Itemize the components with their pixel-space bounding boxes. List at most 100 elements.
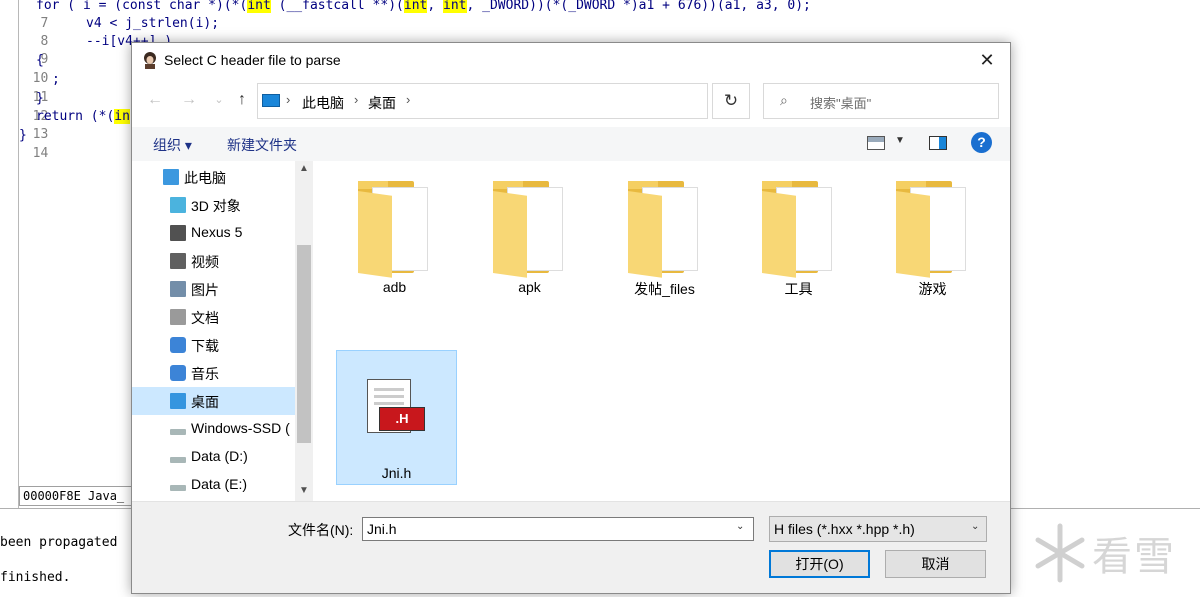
recent-locations-button[interactable]: ⌄ bbox=[208, 89, 230, 111]
header-file-icon: .H bbox=[367, 379, 425, 435]
forward-button[interactable]: → bbox=[178, 89, 200, 111]
sidebar-item[interactable]: 视频 bbox=[132, 247, 295, 275]
nav-scrollbar[interactable]: ▲ ▼ bbox=[295, 161, 313, 501]
filename-field[interactable]: Jni.h bbox=[362, 517, 754, 541]
code-line: 13 return (*(in bbox=[0, 108, 130, 142]
file-name: Jni.h bbox=[381, 465, 412, 481]
code-text: return (*(in bbox=[36, 108, 130, 126]
sidebar-item[interactable]: 桌面 bbox=[132, 387, 295, 415]
sidebar-item[interactable]: Windows-SSD ( bbox=[132, 415, 295, 443]
breadcrumb-item[interactable]: 此电脑 bbox=[302, 93, 344, 113]
drive-icon bbox=[170, 457, 186, 463]
sidebar-item[interactable]: 3D 对象 bbox=[132, 191, 295, 219]
sidebar-item[interactable]: 文档 bbox=[132, 303, 295, 331]
close-icon: ✕ bbox=[979, 49, 995, 70]
up-folder-button[interactable]: ↑ bbox=[231, 89, 253, 111]
close-button[interactable]: ✕ bbox=[964, 43, 1010, 77]
title-bar[interactable]: Select C header file to parse ✕ bbox=[132, 43, 1010, 77]
download-icon bbox=[170, 337, 186, 353]
search-input[interactable]: ⌕ 搜索"桌面" bbox=[763, 83, 999, 119]
file-name: 发帖_files bbox=[634, 281, 695, 297]
address-status-strip: 00000F8E Java_ bbox=[19, 486, 134, 506]
code-line: 11 ; bbox=[0, 71, 60, 105]
code-fragment: return (*( bbox=[36, 109, 115, 124]
documents-icon bbox=[170, 309, 186, 325]
chevron-down-icon[interactable]: ⌄ bbox=[971, 521, 979, 532]
file-item[interactable]: 游戏 bbox=[872, 171, 993, 306]
drive-icon bbox=[170, 485, 186, 491]
breadcrumb-item[interactable]: 桌面 bbox=[368, 93, 396, 113]
code-text: ; bbox=[52, 72, 60, 87]
sidebar-item-label: 视频 bbox=[191, 254, 219, 270]
file-item[interactable]: 发帖_files bbox=[604, 171, 725, 306]
preview-pane-icon[interactable] bbox=[929, 136, 947, 150]
sidebar-item[interactable]: Data (E:) bbox=[132, 471, 295, 499]
sidebar-item[interactable]: Data (D:) bbox=[132, 443, 295, 471]
code-fragment: (__fastcall **)( bbox=[270, 0, 404, 13]
phone-icon bbox=[170, 225, 186, 241]
open-file-dialog: Select C header file to parse ✕ ← → ⌄ ↑ … bbox=[131, 42, 1011, 594]
filename-label: 文件名(N): bbox=[288, 522, 354, 538]
chevron-down-icon[interactable]: ▼ bbox=[895, 135, 905, 146]
chevron-down-icon[interactable]: ⌄ bbox=[736, 521, 744, 532]
address-bar[interactable]: › 此电脑 › 桌面 › ⌄ bbox=[257, 83, 821, 119]
open-button[interactable]: 打开(O) bbox=[769, 550, 870, 578]
sidebar-item[interactable]: 音乐 bbox=[132, 359, 295, 387]
sidebar-item[interactable]: Nexus 5 bbox=[132, 219, 295, 247]
file-name: 工具 bbox=[784, 281, 813, 297]
app-icon bbox=[144, 52, 156, 69]
3d-objects-icon bbox=[170, 197, 186, 213]
sidebar-item[interactable]: 下载 bbox=[132, 331, 295, 359]
code-line: 12 } bbox=[0, 90, 49, 124]
folder-icon bbox=[892, 181, 972, 278]
code-text: } bbox=[19, 128, 27, 143]
sidebar-item[interactable]: 图片 bbox=[132, 275, 295, 303]
code-text: for ( i = (const char *)(*( int (__fastca… bbox=[36, 0, 811, 15]
code-text: v4 < j_strlen(i); bbox=[86, 16, 220, 31]
organize-menu[interactable]: 组织 ▾ bbox=[153, 135, 192, 155]
pictures-icon bbox=[170, 281, 186, 297]
file-item[interactable]: 工具 bbox=[738, 171, 859, 306]
file-name: 游戏 bbox=[918, 281, 947, 297]
sidebar-item-label: 3D 对象 bbox=[191, 198, 241, 214]
navigation-pane: 此电脑 3D 对象 Nexus 5 视频图片文档下载 音乐 桌面 Windows-SSD (… bbox=[132, 161, 314, 501]
navigation-row: ← → ⌄ ↑ › 此电脑 › 桌面 › ⌄ ↻ ⌕ 搜索"桌面" bbox=[132, 81, 1010, 121]
scroll-up-icon[interactable]: ▲ bbox=[295, 163, 313, 174]
file-item[interactable]: .H Jni.h bbox=[336, 350, 457, 485]
file-item[interactable]: adb bbox=[334, 171, 455, 306]
cancel-button[interactable]: 取消 bbox=[885, 550, 986, 578]
scrollbar-thumb[interactable] bbox=[297, 245, 311, 443]
view-mode-icon[interactable] bbox=[867, 136, 885, 150]
file-type-select[interactable]: H files (*.hxx *.hpp *.h) bbox=[769, 516, 987, 542]
code-line: 14 } bbox=[0, 127, 48, 161]
sidebar-item-label: Windows-SSD ( bbox=[191, 420, 290, 436]
code-line: 10 { bbox=[0, 52, 49, 86]
scroll-down-icon[interactable]: ▼ bbox=[295, 485, 313, 496]
new-folder-button[interactable]: 新建文件夹 bbox=[227, 135, 297, 155]
sidebar-item-label: 图片 bbox=[191, 282, 219, 298]
sidebar-item-label: 此电脑 bbox=[184, 170, 226, 186]
breadcrumb-chevron-icon[interactable]: › bbox=[354, 92, 358, 107]
refresh-button[interactable]: ↻ bbox=[712, 83, 750, 119]
sidebar-item-label: 文档 bbox=[191, 310, 219, 326]
code-line: 9 --i[v4++] ) bbox=[0, 33, 172, 67]
folder-icon bbox=[489, 181, 569, 278]
output-line: finished. bbox=[0, 570, 71, 585]
code-text: } bbox=[36, 91, 44, 106]
back-button[interactable]: ← bbox=[144, 89, 166, 111]
folder-icon bbox=[624, 181, 704, 278]
sidebar-item[interactable]: 此电脑 bbox=[132, 163, 295, 191]
folder-icon bbox=[758, 181, 838, 278]
code-fragment: , _DWORD))(*(_DWORD *)a1 + 676))(a1, a3,… bbox=[466, 0, 811, 13]
file-name: adb bbox=[382, 279, 407, 295]
file-item[interactable]: apk bbox=[469, 171, 590, 306]
help-button[interactable]: ? bbox=[971, 132, 992, 153]
code-fragment: for ( i = (const char *)(*( bbox=[36, 0, 248, 13]
breadcrumb-chevron-icon[interactable]: › bbox=[286, 92, 290, 107]
code-keyword-highlight: int bbox=[403, 0, 428, 13]
code-fragment: , bbox=[427, 0, 444, 13]
code-line: 8 v4 < j_strlen(i); bbox=[0, 15, 219, 49]
sidebar-item-label: Data (E:) bbox=[191, 476, 248, 492]
breadcrumb-chevron-icon[interactable]: › bbox=[406, 92, 410, 107]
search-placeholder: 搜索"桌面" bbox=[810, 96, 872, 111]
